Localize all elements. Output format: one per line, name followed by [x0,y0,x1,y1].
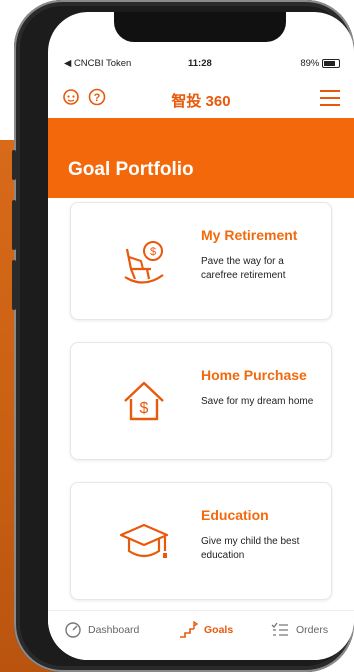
graduation-cap-icon [119,523,169,558]
tab-label: Orders [296,624,329,636]
tab-dashboard[interactable]: Dashboard [64,621,139,639]
volume-up-button [12,200,16,250]
goal-title: Home Purchase [201,367,307,383]
goal-card-home-purchase[interactable]: $ Home Purchase Save for my dream home [70,342,332,460]
page-header: Goal Portfolio [48,118,354,198]
tab-goals[interactable]: Goals [178,621,233,639]
house-dollar-icon: $ [124,381,164,421]
flag-steps-icon [180,621,198,638]
goal-description: Give my child the best education [201,536,300,561]
carrier-label: ◀ CNCBI Token [64,58,132,69]
battery-icon [322,58,340,68]
hamburger-menu-icon[interactable] [320,90,340,106]
tab-label: Dashboard [88,624,140,636]
phone-screen: ◀ CNCBI Token 11:28 89% ? 智投 360 Goal Po… [48,12,354,660]
tab-orders[interactable]: Orders [270,621,328,639]
notch [114,12,286,42]
rocking-chair-coin-icon: $ [124,241,164,284]
battery-percent: 89% [300,58,320,69]
goal-title: My Retirement [201,227,298,243]
page-title: Goal Portfolio [68,159,194,180]
goal-card-education[interactable]: Education Give my child the best educati… [70,482,332,600]
goal-description: Save for my dream home [201,396,314,407]
svg-text:$: $ [150,246,156,258]
bottom-tab-bar: Dashboard Goals Orders [48,610,354,660]
phone-frame: ◀ CNCBI Token 11:28 89% ? 智投 360 Goal Po… [12,0,354,672]
app-top-bar: ? 智投 360 [48,78,354,118]
goal-description: Pave the way for a carefree retirement [201,256,286,281]
goal-card-retirement[interactable]: $ My Retirement Pave the way for a caref… [70,202,332,320]
goal-title: Education [201,507,269,523]
svg-text:$: $ [140,400,149,417]
tab-label: Goals [204,624,234,636]
silent-switch [12,150,16,180]
volume-down-button [12,260,16,310]
brand-title: 智投 360 [171,93,231,110]
status-right: 89% [300,58,340,69]
checklist-icon [271,622,288,636]
gauge-icon [65,622,81,638]
status-time: 11:28 [188,58,212,69]
status-bar: ◀ CNCBI Token 11:28 89% [48,56,354,72]
